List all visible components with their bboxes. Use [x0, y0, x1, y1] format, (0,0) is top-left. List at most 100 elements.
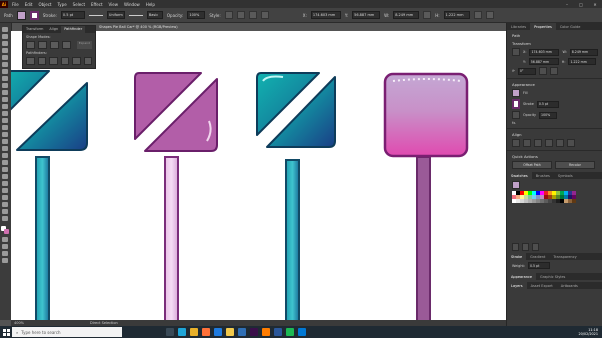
close-icon[interactable]: ✕ [592, 2, 598, 7]
tab-artboards[interactable]: Artboards [557, 284, 582, 288]
curvature-tool-icon[interactable] [2, 62, 8, 67]
paintbrush-tool-icon[interactable] [2, 90, 8, 95]
minus-back-button[interactable] [83, 57, 92, 65]
menu-help[interactable]: Help [146, 2, 155, 7]
width-tool-icon[interactable] [2, 125, 8, 130]
rectangle-tool-icon[interactable] [2, 83, 8, 88]
slice-tool-icon[interactable] [2, 202, 8, 207]
opacity-field[interactable]: 100% [539, 111, 558, 119]
align-left-icon[interactable] [512, 139, 520, 147]
fx-label[interactable]: fx. [512, 121, 516, 125]
tab-appearance[interactable]: Appearance [507, 273, 537, 280]
artboard-tool-icon[interactable] [2, 195, 8, 200]
menu-type[interactable]: Type [57, 2, 66, 7]
align-icon[interactable] [248, 11, 257, 19]
free-transform-tool-icon[interactable] [2, 132, 8, 137]
reference-point-icon[interactable] [512, 48, 520, 56]
edit-toolbar-icon[interactable] [2, 258, 8, 263]
merge-button[interactable] [49, 57, 58, 65]
crop-button[interactable] [60, 57, 69, 65]
windows-start-icon[interactable] [0, 326, 12, 338]
recolor-button[interactable]: Recolor [555, 161, 595, 169]
photos-icon[interactable] [238, 328, 246, 336]
lasso-tool-icon[interactable] [2, 48, 8, 53]
maximize-icon[interactable]: □ [578, 2, 584, 7]
outline-button[interactable] [72, 57, 81, 65]
color-swatch[interactable] [572, 199, 576, 203]
delete-swatch-icon[interactable] [532, 243, 539, 251]
minus-front-button[interactable] [38, 41, 47, 49]
eraser-tool-icon[interactable] [2, 104, 8, 109]
variable-width-dropdown[interactable]: Uniform [106, 11, 125, 19]
opacity-label[interactable]: Opacity [523, 113, 536, 117]
file-explorer-icon[interactable] [226, 328, 234, 336]
color-mode-icon[interactable] [2, 237, 8, 242]
align-middle-icon[interactable] [556, 139, 564, 147]
store-icon[interactable] [214, 328, 222, 336]
lollipop-4[interactable] [383, 72, 469, 320]
menu-object[interactable]: Object [38, 2, 51, 7]
menu-window[interactable]: Window [124, 2, 140, 7]
blend-tool-icon[interactable] [2, 174, 8, 179]
rp-w-field[interactable]: 8.249 mm [569, 48, 598, 56]
exclude-button[interactable] [62, 41, 71, 49]
lollipop-3[interactable] [256, 72, 336, 320]
y-field[interactable]: 56.887 mm [352, 11, 381, 19]
constrain-proportions-icon[interactable] [423, 11, 432, 19]
swatch-libraries-icon[interactable] [512, 243, 519, 251]
tab-align[interactable]: Align [46, 26, 61, 33]
taskbar-search[interactable]: ⌕ Type here to search [12, 327, 122, 337]
menu-file[interactable]: File [12, 2, 19, 7]
line-tool-icon[interactable] [2, 76, 8, 81]
tab-libraries[interactable]: Libraries [507, 25, 530, 29]
swatch-fill-indicator[interactable] [512, 181, 520, 189]
pen-tool-icon[interactable] [2, 55, 8, 60]
firefox-icon[interactable] [202, 328, 210, 336]
minimize-icon[interactable]: – [564, 2, 570, 7]
x-field[interactable]: 174.603 mm [310, 11, 341, 19]
transform-icon[interactable] [260, 11, 269, 19]
rp-y-field[interactable]: 56.887 mm [528, 58, 559, 65]
mesh-tool-icon[interactable] [2, 153, 8, 158]
system-clock[interactable]: 11:18 20/02/2021 [578, 328, 602, 336]
edge-icon[interactable] [178, 328, 186, 336]
stroke-swatch[interactable] [29, 10, 39, 20]
direct-selection-tool-icon[interactable] [2, 34, 8, 39]
type-tool-icon[interactable] [2, 69, 8, 74]
illustrator-icon[interactable] [262, 328, 270, 336]
tab-properties[interactable]: Properties [530, 23, 556, 30]
offset-path-button[interactable]: Offset Path [512, 161, 552, 169]
isolate-icon[interactable] [473, 11, 482, 19]
opacity-field[interactable]: 100% [187, 11, 206, 19]
tab-layers[interactable]: Layers [507, 282, 527, 289]
hand-tool-icon[interactable] [2, 209, 8, 214]
shape-builder-tool-icon[interactable] [2, 139, 8, 144]
expand-button[interactable]: Expand [76, 41, 92, 49]
perspective-grid-tool-icon[interactable] [2, 146, 8, 151]
graphic-style-swatch[interactable] [224, 11, 233, 19]
rotate-tool-icon[interactable] [2, 111, 8, 116]
zoom-tool-icon[interactable] [2, 216, 8, 221]
lollipop-2[interactable] [134, 72, 218, 320]
stroke-label[interactable]: Stroke [523, 102, 534, 106]
document-tab[interactable]: Shapes Pie Ball Car* @ 400 % (RGB/Previe… [96, 23, 187, 31]
trim-button[interactable] [37, 57, 46, 65]
align-center-icon[interactable] [523, 139, 531, 147]
flip-horizontal-icon[interactable] [538, 67, 547, 75]
tab-symbols[interactable]: Symbols [554, 174, 577, 178]
intersect-button[interactable] [50, 41, 59, 49]
fill-swatch[interactable] [512, 89, 520, 97]
mail-icon[interactable] [298, 328, 306, 336]
premiere-icon[interactable] [250, 328, 258, 336]
drawing-mode-icon[interactable] [2, 244, 8, 249]
spotify-icon[interactable] [286, 328, 294, 336]
tab-transparency[interactable]: Transparency [549, 255, 580, 259]
swatch-grid[interactable] [512, 191, 598, 203]
weight-field[interactable]: 0.5 pt [527, 262, 550, 269]
selection-tool-icon[interactable] [2, 27, 8, 32]
screen-mode-icon[interactable] [2, 251, 8, 256]
recolor-icon[interactable] [236, 11, 245, 19]
w-field[interactable]: 8.249 mm [393, 11, 420, 19]
align-top-icon[interactable] [545, 139, 553, 147]
divide-button[interactable] [26, 57, 35, 65]
